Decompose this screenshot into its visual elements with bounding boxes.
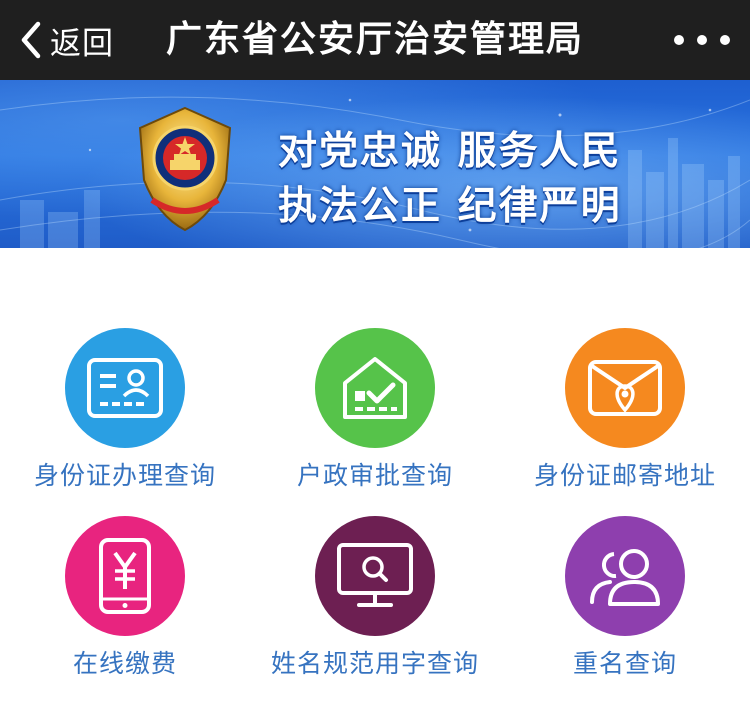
banner-slogan-line1: 对党忠诚 服务人民 xyxy=(278,129,622,174)
back-button[interactable]: 返回 xyxy=(18,14,114,66)
id-card-icon xyxy=(87,358,163,418)
back-label: 返回 xyxy=(50,25,114,62)
service-id-card-query[interactable]: 身份证办理查询 xyxy=(0,328,250,508)
house-check-icon xyxy=(343,357,407,419)
phone-yuan-icon xyxy=(99,538,151,614)
banner: 对党忠诚 服务人民 执法公正 纪律严明 xyxy=(0,80,750,248)
service-label: 身份证办理查询 xyxy=(33,461,216,490)
service-circle xyxy=(565,328,685,448)
navigation-bar: 返回 广东省公安厅治安管理局 xyxy=(0,0,750,80)
service-label: 户政审批查询 xyxy=(296,461,453,490)
service-label: 身份证邮寄地址 xyxy=(533,461,716,490)
more-dots-icon[interactable] xyxy=(674,22,730,58)
monitor-search-icon xyxy=(337,543,413,607)
service-label: 在线缴费 xyxy=(72,649,177,678)
service-circle xyxy=(315,516,435,636)
service-grid: 身份证办理查询 户政审批查询 身份证邮寄地址 在线缴费 姓名规范用字查询 重名查… xyxy=(0,248,750,702)
page-title: 广东省公安厅治安管理局 xyxy=(165,19,584,60)
service-online-payment[interactable]: 在线缴费 xyxy=(0,516,250,696)
service-duplicate-name-query[interactable]: 重名查询 xyxy=(500,516,750,696)
envelope-location-icon xyxy=(588,360,662,416)
banner-slogan-line2: 执法公正 纪律严明 xyxy=(278,184,622,229)
service-circle xyxy=(315,328,435,448)
chevron-left-icon xyxy=(21,21,41,59)
service-label: 姓名规范用字查询 xyxy=(270,649,479,678)
service-id-card-mailing-address[interactable]: 身份证邮寄地址 xyxy=(500,328,750,508)
users-icon xyxy=(590,549,660,606)
service-circle xyxy=(65,516,185,636)
service-name-character-query[interactable]: 姓名规范用字查询 xyxy=(250,516,500,696)
service-circle xyxy=(565,516,685,636)
service-label: 重名查询 xyxy=(572,649,677,678)
service-household-approval-query[interactable]: 户政审批查询 xyxy=(250,328,500,508)
service-circle xyxy=(65,328,185,448)
police-emblem-icon xyxy=(138,106,232,232)
